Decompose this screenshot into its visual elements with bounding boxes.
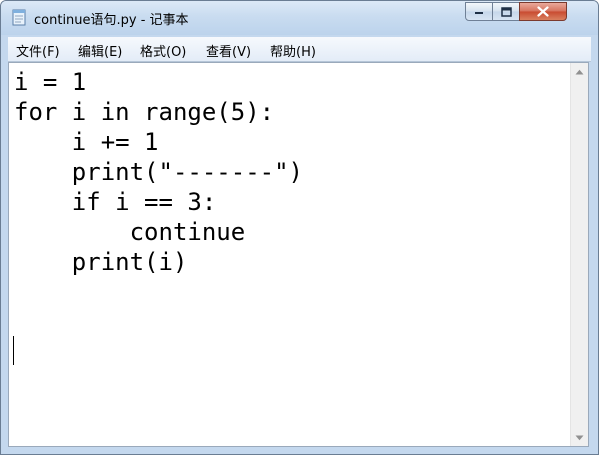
menu-bar: 文件(F) 编辑(E) 格式(O) 查看(V) 帮助(H) xyxy=(8,37,591,62)
scroll-down-button[interactable] xyxy=(571,429,588,446)
code-line: i += 1 xyxy=(14,128,159,156)
text-editor[interactable]: i = 1 for i in range(5): i += 1 print("--… xyxy=(8,62,589,447)
scroll-up-button[interactable] xyxy=(571,63,588,80)
code-line: print(i) xyxy=(14,248,188,276)
minimize-button[interactable] xyxy=(465,2,493,21)
minimize-icon xyxy=(475,11,483,14)
code-line: if i == 3: xyxy=(14,188,217,216)
menu-file[interactable]: 文件(F) xyxy=(16,41,60,60)
menu-help[interactable]: 帮助(H) xyxy=(270,41,316,60)
maximize-button[interactable] xyxy=(492,2,520,21)
close-button[interactable] xyxy=(519,2,567,21)
code-line: print("-------") xyxy=(14,158,303,186)
menu-edit[interactable]: 编辑(E) xyxy=(78,41,122,60)
code-area[interactable]: i = 1 for i in range(5): i += 1 print("--… xyxy=(14,67,569,277)
menu-format[interactable]: 格式(O) xyxy=(140,41,186,60)
arrow-down-icon xyxy=(575,435,584,440)
code-line: for i in range(5): xyxy=(14,98,275,126)
maximize-icon xyxy=(500,6,512,17)
notepad-icon[interactable] xyxy=(11,8,27,26)
text-caret xyxy=(13,336,14,365)
arrow-up-icon xyxy=(575,69,584,74)
code-line: continue xyxy=(14,218,246,246)
close-icon xyxy=(537,6,549,17)
window-title: continue语句.py - 记事本 xyxy=(34,13,189,28)
menu-view[interactable]: 查看(V) xyxy=(206,41,251,60)
notepad-window: continue语句.py - 记事本 文件(F) 编辑(E) 格式(O) 查看… xyxy=(0,0,599,455)
vertical-scrollbar[interactable] xyxy=(570,63,588,446)
code-line: i = 1 xyxy=(14,68,87,96)
title-bar[interactable]: continue语句.py - 记事本 xyxy=(1,1,598,35)
